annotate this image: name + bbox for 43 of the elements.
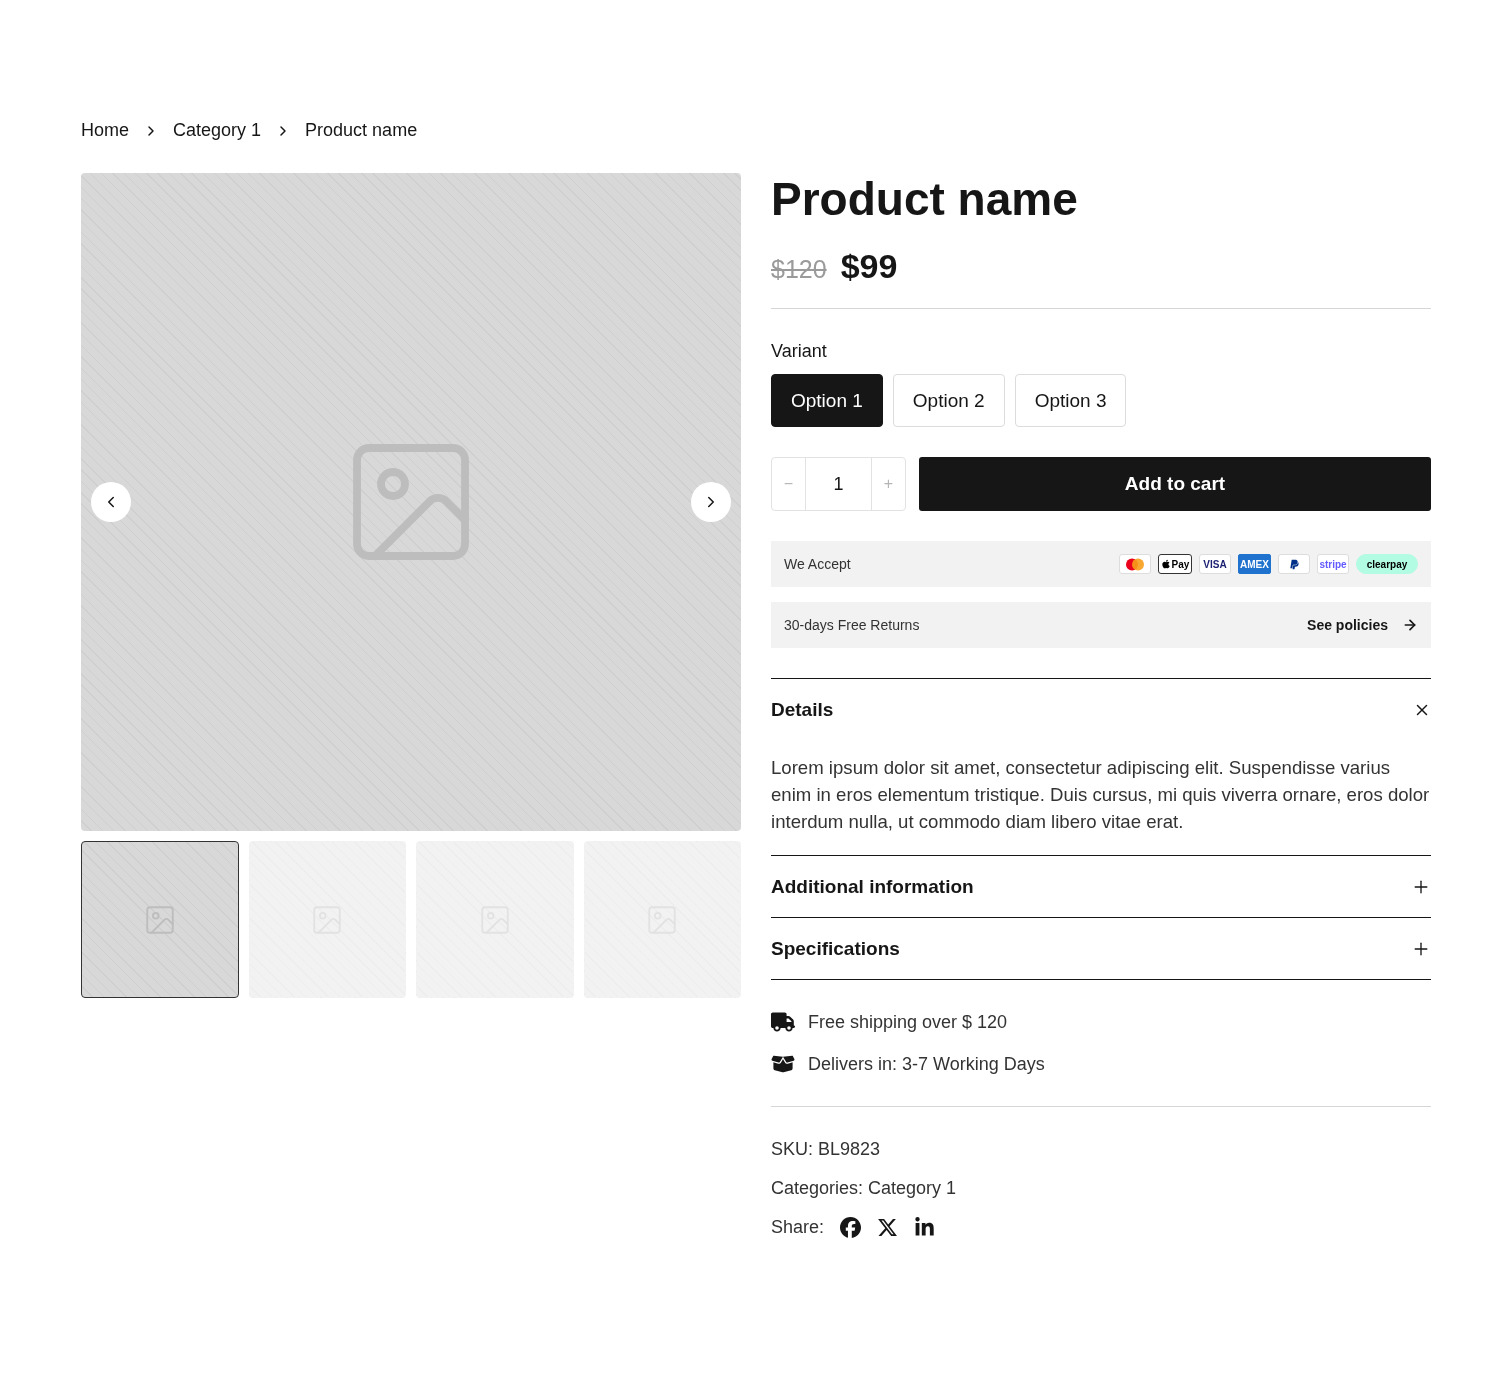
variant-option[interactable]: Option 3 bbox=[1014, 374, 1127, 427]
thumbnail[interactable] bbox=[583, 841, 741, 998]
variant-option[interactable]: Option 1 bbox=[771, 374, 883, 427]
payment-label: We Accept bbox=[784, 556, 851, 572]
thumbnail[interactable] bbox=[248, 841, 406, 998]
thumbnail[interactable] bbox=[81, 841, 239, 998]
next-button[interactable] bbox=[691, 482, 731, 522]
accordion-header[interactable]: Additional information bbox=[771, 856, 1431, 917]
linkedin-icon[interactable] bbox=[914, 1217, 936, 1238]
variant-option[interactable]: Option 2 bbox=[892, 374, 1005, 427]
quantity-field[interactable]: 1 bbox=[805, 458, 872, 510]
sku-text: SKU: BL9823 bbox=[771, 1139, 882, 1160]
breadcrumb-link[interactable]: Product name bbox=[305, 120, 418, 141]
accordion-header[interactable]: Specifications bbox=[771, 918, 1431, 979]
previous-button[interactable] bbox=[91, 482, 131, 522]
share-label: Share: bbox=[771, 1217, 825, 1238]
visa-logo: VISA bbox=[1199, 554, 1231, 574]
categories-text: Categories: Category 1 bbox=[771, 1178, 958, 1199]
details-text: Lorem ipsum dolor sit amet, consectetur adipiscing elit. Suspendisse varius enim in eros elementum tristique. Duis cursus, mi quis viverra ornare, eros dolor interdum nulla, ut commodo diam libero vitae erat. bbox=[771, 756, 1431, 834]
product-title: Product name bbox=[771, 173, 1079, 225]
variant-label: Variant bbox=[771, 341, 828, 362]
arrow-right-icon bbox=[1402, 617, 1418, 633]
add-to-cart-button[interactable]: Add to cart bbox=[919, 457, 1431, 511]
paypal-logo bbox=[1278, 554, 1310, 574]
thumbnail[interactable] bbox=[416, 841, 574, 998]
breadcrumb-link[interactable]: Category 1 bbox=[173, 120, 262, 141]
clearpay-logo: clearpay bbox=[1356, 554, 1418, 574]
quantity-stepper[interactable]: − 1 + bbox=[771, 457, 906, 511]
amex-logo: AMEX bbox=[1238, 554, 1271, 574]
facebook-icon[interactable] bbox=[840, 1217, 862, 1238]
see-policies-link[interactable]: See policies bbox=[1307, 617, 1418, 633]
x-icon[interactable] bbox=[877, 1217, 899, 1238]
accordion-header[interactable]: Details bbox=[771, 679, 1431, 740]
mastercard-logo bbox=[1119, 554, 1151, 574]
stripe-logo: stripe bbox=[1317, 554, 1349, 574]
applepay-logo: Pay bbox=[1158, 554, 1192, 574]
price: $99 bbox=[840, 247, 898, 286]
old-price: $120 bbox=[771, 255, 827, 284]
delivery-text: Delivers in: 3-7 Working Days bbox=[808, 1053, 1045, 1075]
returns-label: 30-days Free Returns bbox=[784, 617, 920, 633]
delivery-text: Free shipping over $ 120 bbox=[808, 1011, 1008, 1033]
truck-icon bbox=[771, 1010, 795, 1034]
breadcrumb-link[interactable]: Home bbox=[81, 120, 129, 141]
